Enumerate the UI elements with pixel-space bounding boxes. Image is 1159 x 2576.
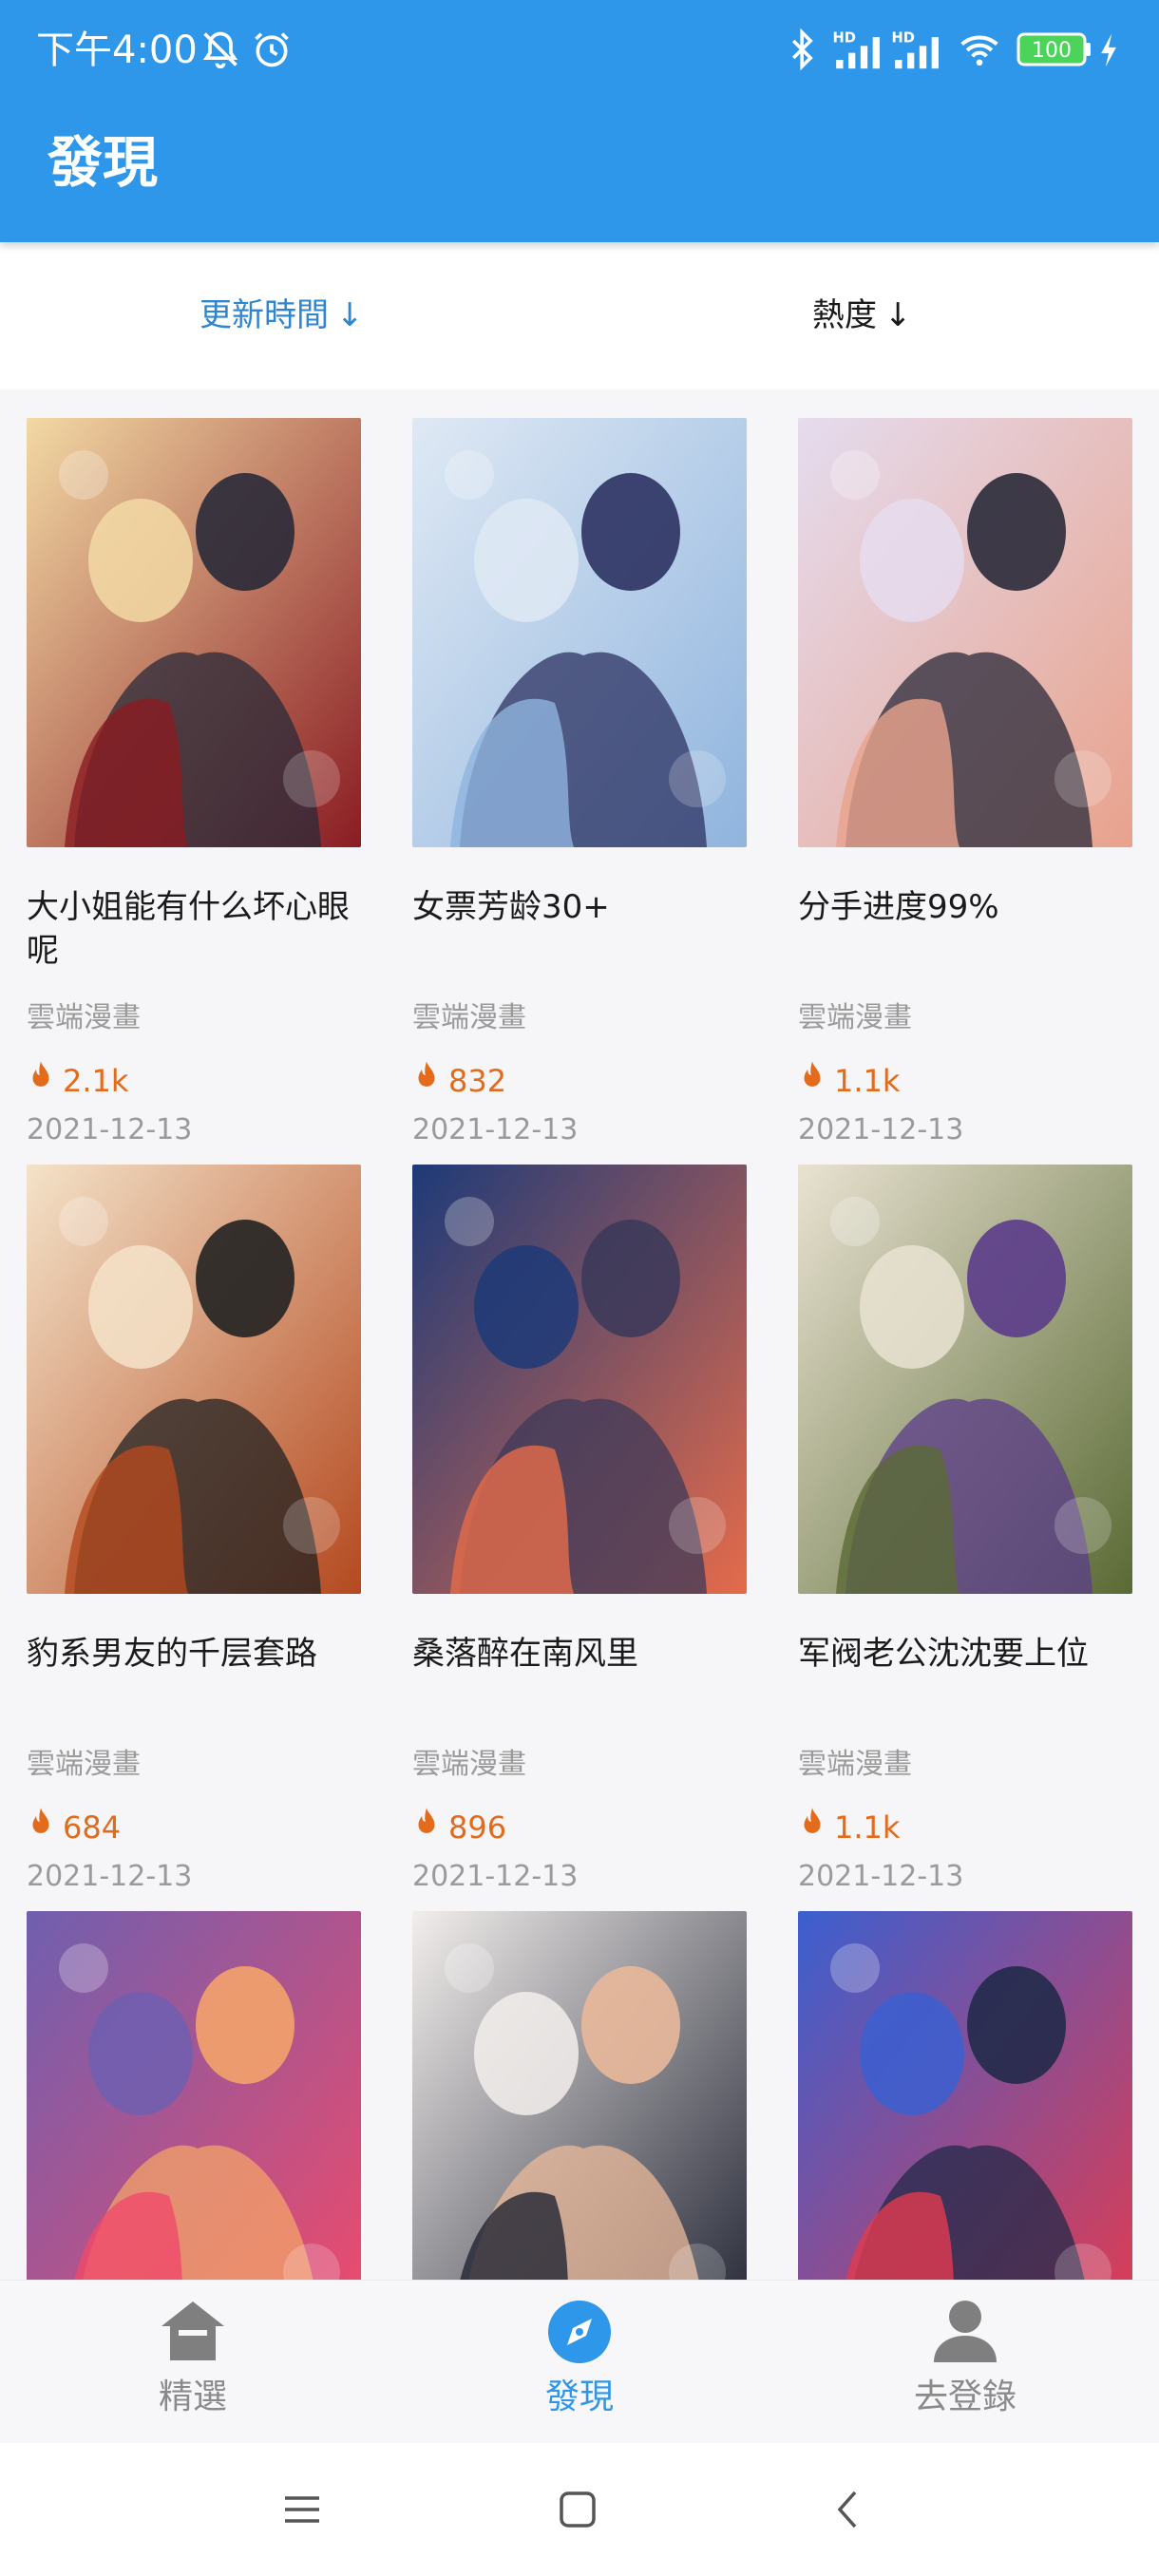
comic-date: 2021-12-13 xyxy=(27,1113,193,1146)
comic-heat: 832 xyxy=(412,1060,506,1101)
comic-publisher: 雲端漫畫 xyxy=(798,1748,912,1781)
nav-login[interactable]: 去登錄 xyxy=(870,2298,1060,2431)
comic-cover[interactable] xyxy=(798,1165,1132,1594)
user-icon xyxy=(930,2298,1000,2368)
comic-heat: 1.1k xyxy=(798,1060,900,1101)
comic-title: 军阀老公沈沈要上位 xyxy=(798,1635,1089,1673)
comic-grid: 大小姐能有什么坏心眼呢雲端漫畫 2.1k 2021-12-13 女票芳龄30+ 雲端漫畫… xyxy=(0,389,1159,2280)
comic-publisher: 雲端漫畫 xyxy=(27,1001,141,1034)
nav-featured[interactable]: 精選 xyxy=(98,2298,288,2431)
heat-value: 832 xyxy=(448,1062,507,1099)
comic-cover[interactable] xyxy=(412,1911,747,2280)
comic-publisher: 雲端漫畫 xyxy=(412,1001,526,1034)
comic-title: 女票芳龄30+ xyxy=(412,888,610,926)
comic-heat: 684 xyxy=(27,1807,121,1847)
comic-cover[interactable] xyxy=(798,418,1132,847)
comic-heat: 896 xyxy=(412,1807,506,1847)
nav-label-discover: 發現 xyxy=(544,2377,614,2416)
hd-signal-icon: HD xyxy=(832,28,885,74)
menu-icon[interactable] xyxy=(274,2481,331,2538)
comic-cover[interactable] xyxy=(798,1911,1132,2280)
system-navigation-bar xyxy=(0,2443,1159,2576)
bluetooth-icon xyxy=(787,28,821,74)
charging-icon xyxy=(1096,32,1121,72)
flame-icon xyxy=(27,1807,55,1847)
comic-cover[interactable] xyxy=(412,418,747,847)
comic-date: 2021-12-13 xyxy=(798,1113,964,1146)
heat-value: 684 xyxy=(63,1809,122,1846)
comic-title: 分手进度99% xyxy=(798,888,999,926)
svg-text:HD: HD xyxy=(892,30,915,47)
comic-date: 2021-12-13 xyxy=(798,1860,964,1893)
back-icon[interactable] xyxy=(821,2481,878,2538)
comic-heat: 2.1k xyxy=(27,1060,128,1101)
arrow-down-icon: ↓ xyxy=(336,296,364,334)
wifi-icon xyxy=(956,28,1003,74)
heat-value: 2.1k xyxy=(63,1062,129,1099)
comic-publisher: 雲端漫畫 xyxy=(27,1748,141,1781)
comic-heat: 1.1k xyxy=(798,1807,900,1847)
comic-cover[interactable] xyxy=(27,1165,361,1594)
app-bar: 下午4:00 HD HD 100 發現 xyxy=(0,0,1159,242)
flame-icon xyxy=(412,1060,441,1101)
home-icon xyxy=(158,2298,228,2368)
alarm-icon xyxy=(251,28,293,74)
comic-publisher: 雲端漫畫 xyxy=(798,1001,912,1034)
sort-label-update-time: 更新時間 xyxy=(200,296,329,334)
home-square-icon[interactable] xyxy=(549,2481,606,2538)
sort-bar: 更新時間 ↓ 熱度 ↓ xyxy=(0,242,1159,389)
flame-icon xyxy=(798,1807,826,1847)
comic-title: 桑落醉在南风里 xyxy=(412,1635,638,1673)
heat-value: 1.1k xyxy=(834,1809,901,1846)
hd-signal-icon: HD xyxy=(891,28,944,74)
comic-title: 大小姐能有什么坏心眼呢 xyxy=(27,888,350,970)
sort-by-update-time[interactable]: 更新時間 ↓ xyxy=(200,292,364,339)
sort-by-popularity[interactable]: 熱度 ↓ xyxy=(812,292,912,339)
comic-cover[interactable] xyxy=(27,418,361,847)
comic-date: 2021-12-13 xyxy=(27,1860,193,1893)
svg-text:HD: HD xyxy=(833,30,856,47)
arrow-down-icon: ↓ xyxy=(884,296,912,334)
status-bar: 下午4:00 HD HD 100 xyxy=(0,0,1159,104)
flame-icon xyxy=(27,1060,55,1101)
nav-label-login: 去登錄 xyxy=(913,2377,1016,2416)
heat-value: 896 xyxy=(448,1809,507,1846)
compass-icon xyxy=(544,2298,615,2368)
comic-date: 2021-12-13 xyxy=(412,1113,579,1146)
nav-label-featured: 精選 xyxy=(158,2377,227,2416)
comic-publisher: 雲端漫畫 xyxy=(412,1748,526,1781)
battery-icon: 100 xyxy=(1016,32,1092,70)
comic-date: 2021-12-13 xyxy=(412,1860,579,1893)
nav-discover[interactable]: 發現 xyxy=(484,2298,674,2431)
flame-icon xyxy=(412,1807,441,1847)
status-time: 下午4:00 xyxy=(36,28,198,72)
comic-cover[interactable] xyxy=(27,1911,361,2280)
svg-text:100: 100 xyxy=(1032,39,1072,63)
heat-value: 1.1k xyxy=(834,1062,901,1099)
comic-title: 豹系男友的千层套路 xyxy=(27,1635,317,1673)
page-title: 發現 xyxy=(48,130,159,195)
flame-icon xyxy=(798,1060,826,1101)
sort-label-popularity: 熱度 xyxy=(812,296,877,334)
comic-cover[interactable] xyxy=(412,1165,747,1594)
mute-bell-icon xyxy=(200,28,241,74)
bottom-navigation: 精選 發現 去登錄 xyxy=(0,2280,1159,2443)
